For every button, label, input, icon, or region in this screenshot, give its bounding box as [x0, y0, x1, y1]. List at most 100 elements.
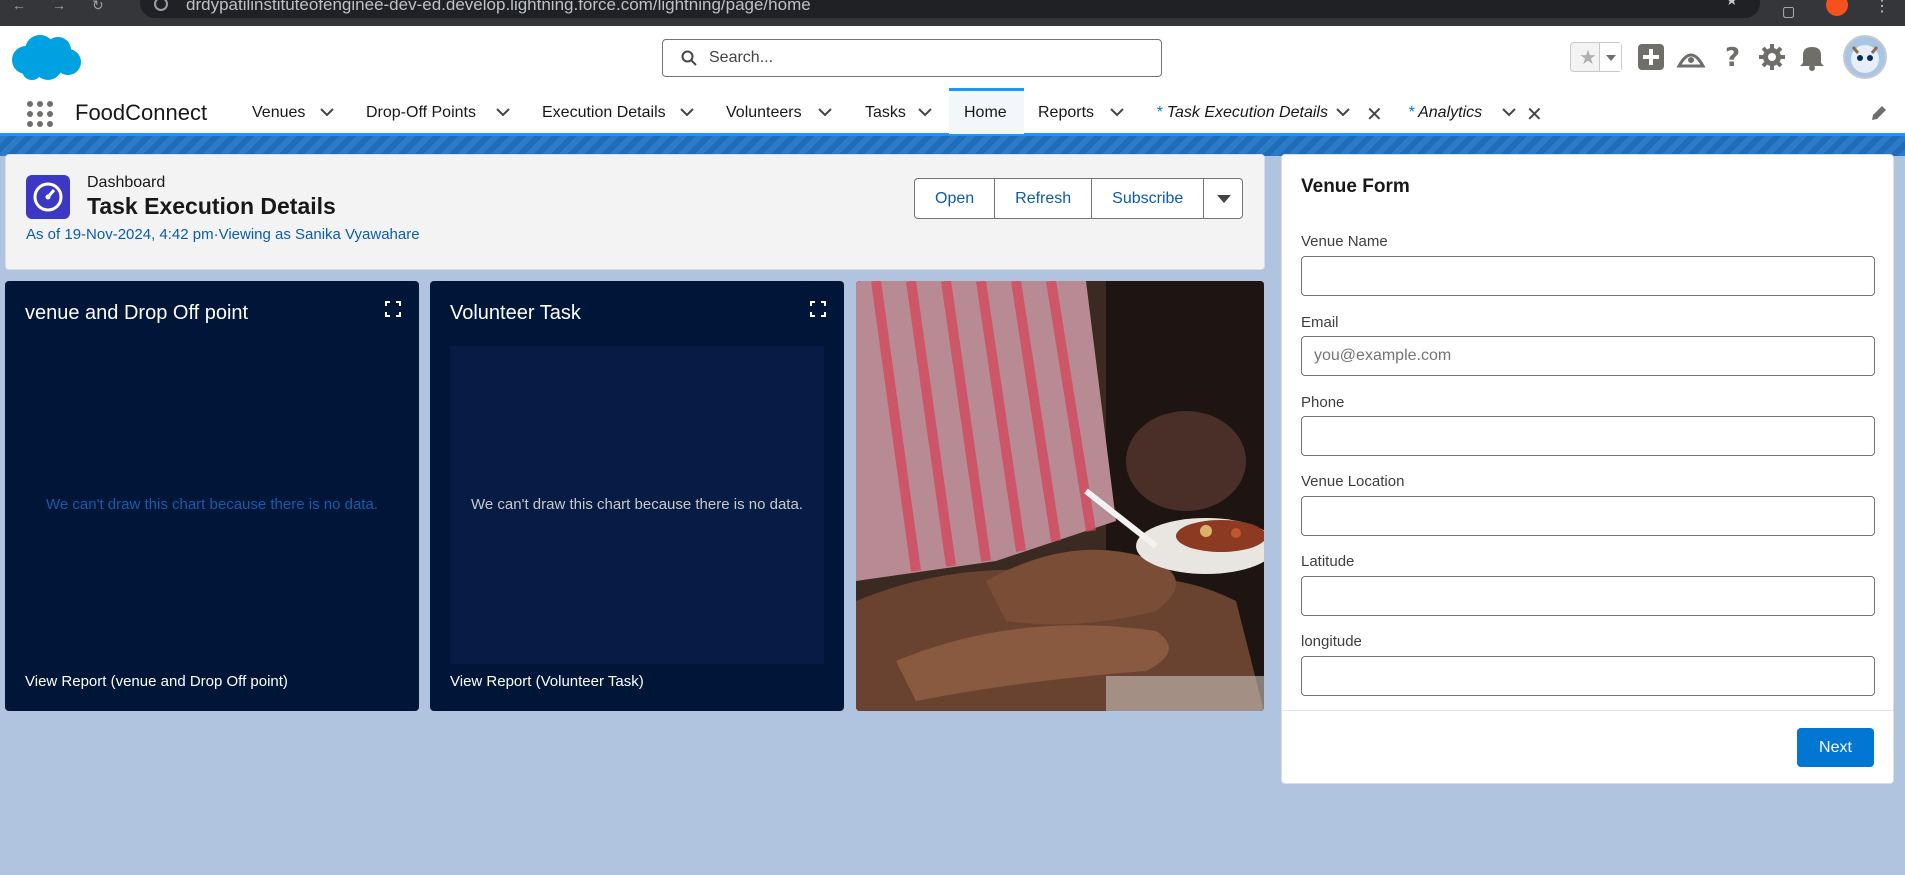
- page-banner: [0, 136, 1905, 156]
- chevron-down-icon[interactable]: [1336, 107, 1350, 117]
- longitude-label: longitude: [1301, 633, 1362, 650]
- email-label: Email: [1301, 314, 1339, 331]
- favorites-button[interactable]: ★: [1570, 42, 1622, 72]
- no-data-message: We can't draw this chart because there i…: [471, 496, 803, 513]
- nav-item-drop-off-points[interactable]: Drop-Off Points: [366, 88, 514, 134]
- dashboard-actions: Open Refresh Subscribe: [914, 178, 1244, 219]
- nav-item-home[interactable]: Home: [949, 88, 1024, 134]
- chevron-down-icon[interactable]: [1110, 107, 1124, 117]
- nav-item-label: Execution Details: [542, 104, 666, 121]
- app-navigation: FoodConnect Venues Drop-Off Points Execu…: [0, 88, 1905, 136]
- chevron-down-icon[interactable]: [680, 107, 694, 117]
- browser-toolbar: ← → ↻ drdypatilinstituteofenginee-dev-ed…: [0, 0, 1905, 26]
- chevron-down-icon[interactable]: [320, 107, 334, 117]
- chevron-down-icon[interactable]: [1502, 107, 1516, 117]
- setup-gear-icon[interactable]: [1757, 42, 1787, 72]
- favorites-dropdown-icon[interactable]: [1599, 43, 1621, 71]
- next-button[interactable]: Next: [1797, 728, 1874, 767]
- subscribe-button[interactable]: Subscribe: [1091, 178, 1204, 219]
- tab-label: Analytics: [1418, 104, 1483, 121]
- unsaved-marker: *: [1156, 104, 1163, 121]
- component-title: venue and Drop Off point: [25, 302, 249, 324]
- refresh-button[interactable]: Refresh: [994, 178, 1092, 219]
- app-launcher-icon[interactable]: [27, 101, 53, 127]
- email-field[interactable]: [1301, 336, 1875, 376]
- forward-icon[interactable]: →: [52, 0, 66, 12]
- nav-item-label: Tasks: [865, 104, 906, 121]
- search-input[interactable]: [709, 46, 1149, 70]
- browser-menu-icon[interactable]: ⋮: [1874, 0, 1890, 16]
- nav-tab-analytics[interactable]: * Analytics: [1408, 88, 1518, 134]
- venue-location-label: Venue Location: [1301, 473, 1405, 490]
- no-data-message: We can't draw this chart because there i…: [46, 496, 378, 513]
- page-title: Task Execution Details: [87, 193, 336, 219]
- chevron-down-icon: [1217, 195, 1232, 203]
- nav-item-venues[interactable]: Venues: [252, 88, 348, 134]
- tab-label: Task Execution Details: [1166, 104, 1328, 121]
- nav-item-reports[interactable]: Reports: [1038, 88, 1128, 134]
- search-icon: [681, 50, 697, 66]
- venue-name-field[interactable]: [1301, 256, 1875, 296]
- global-header: ★ ?: [0, 26, 1905, 88]
- dashboard-component-volunteer-task: Volunteer Task We can't draw this chart …: [430, 281, 844, 711]
- add-icon[interactable]: [1636, 42, 1666, 72]
- nav-item-label: * Task Execution Details: [1156, 104, 1328, 122]
- chevron-down-icon[interactable]: [818, 107, 832, 117]
- longitude-field[interactable]: [1301, 656, 1875, 696]
- view-report-link[interactable]: View Report (Volunteer Task): [450, 673, 644, 690]
- chevron-down-icon[interactable]: [918, 107, 932, 117]
- help-icon[interactable]: ?: [1717, 42, 1747, 72]
- latitude-field[interactable]: [1301, 576, 1875, 616]
- gauge-icon: [33, 182, 63, 212]
- dashboard-icon: [26, 175, 70, 219]
- dashboard-kicker: Dashboard: [87, 174, 166, 191]
- food-sharing-image: [856, 281, 1264, 711]
- venue-form: Venue Form Venue Name Email Phone Venue …: [1281, 154, 1894, 784]
- svg-text:?: ?: [1725, 43, 1740, 72]
- nav-item-label: Reports: [1038, 104, 1095, 121]
- nav-item-label: Drop-Off Points: [366, 104, 476, 121]
- chevron-down-icon[interactable]: [496, 107, 510, 117]
- food-photo: [856, 281, 1264, 711]
- extensions-icon[interactable]: ▢: [1782, 3, 1795, 20]
- bookmark-star-icon[interactable]: ★: [1725, 0, 1738, 9]
- nav-tab-task-execution-details[interactable]: * Task Execution Details: [1156, 88, 1356, 134]
- global-search[interactable]: [662, 39, 1162, 77]
- phone-label: Phone: [1301, 394, 1345, 411]
- reload-icon[interactable]: ↻: [92, 0, 104, 12]
- nav-item-execution-details[interactable]: Execution Details: [542, 88, 698, 134]
- nav-item-label: Volunteers: [726, 104, 802, 121]
- close-tab-icon[interactable]: ✕: [1366, 102, 1383, 127]
- trailhead-icon[interactable]: [1676, 42, 1706, 72]
- app-name: FoodConnect: [75, 100, 208, 125]
- phone-field[interactable]: [1301, 416, 1875, 456]
- url-text: drdypatilinstituteofenginee-dev-ed.devel…: [186, 0, 811, 14]
- user-avatar[interactable]: [1843, 35, 1887, 79]
- expand-icon[interactable]: [810, 301, 826, 317]
- open-button[interactable]: Open: [914, 178, 995, 219]
- edit-nav-pencil-icon[interactable]: [1870, 104, 1888, 122]
- dashboard-meta: As of 19-Nov-2024, 4:42 pm·Viewing as Sa…: [26, 226, 420, 243]
- latitude-label: Latitude: [1301, 553, 1355, 570]
- dashboard-header: Dashboard Task Execution Details As of 1…: [5, 154, 1265, 270]
- unsaved-marker: *: [1408, 104, 1415, 121]
- venue-name-label: Venue Name: [1301, 233, 1388, 250]
- venue-location-field[interactable]: [1301, 496, 1875, 536]
- favorites-star-icon[interactable]: ★: [1579, 45, 1597, 70]
- nav-item-label: Home: [964, 104, 1007, 121]
- address-bar[interactable]: drdypatilinstituteofenginee-dev-ed.devel…: [140, 0, 1760, 18]
- nav-item-volunteers[interactable]: Volunteers: [726, 88, 836, 134]
- astro-avatar-icon: [1851, 45, 1879, 73]
- salesforce-logo[interactable]: [8, 32, 82, 84]
- expand-icon[interactable]: [385, 301, 401, 317]
- nav-item-tasks[interactable]: Tasks: [865, 88, 937, 134]
- view-report-link[interactable]: View Report (venue and Drop Off point): [25, 673, 288, 690]
- dashboard-component-venue-dropoff: venue and Drop Off point We can't draw t…: [5, 281, 419, 711]
- back-icon[interactable]: ←: [12, 0, 26, 12]
- more-actions-button[interactable]: [1203, 178, 1244, 219]
- close-tab-icon[interactable]: ✕: [1526, 102, 1543, 127]
- site-info-icon[interactable]: [154, 0, 168, 11]
- browser-profile-icon[interactable]: [1826, 0, 1848, 16]
- notifications-bell-icon[interactable]: [1797, 42, 1827, 72]
- form-footer-divider: [1282, 710, 1893, 711]
